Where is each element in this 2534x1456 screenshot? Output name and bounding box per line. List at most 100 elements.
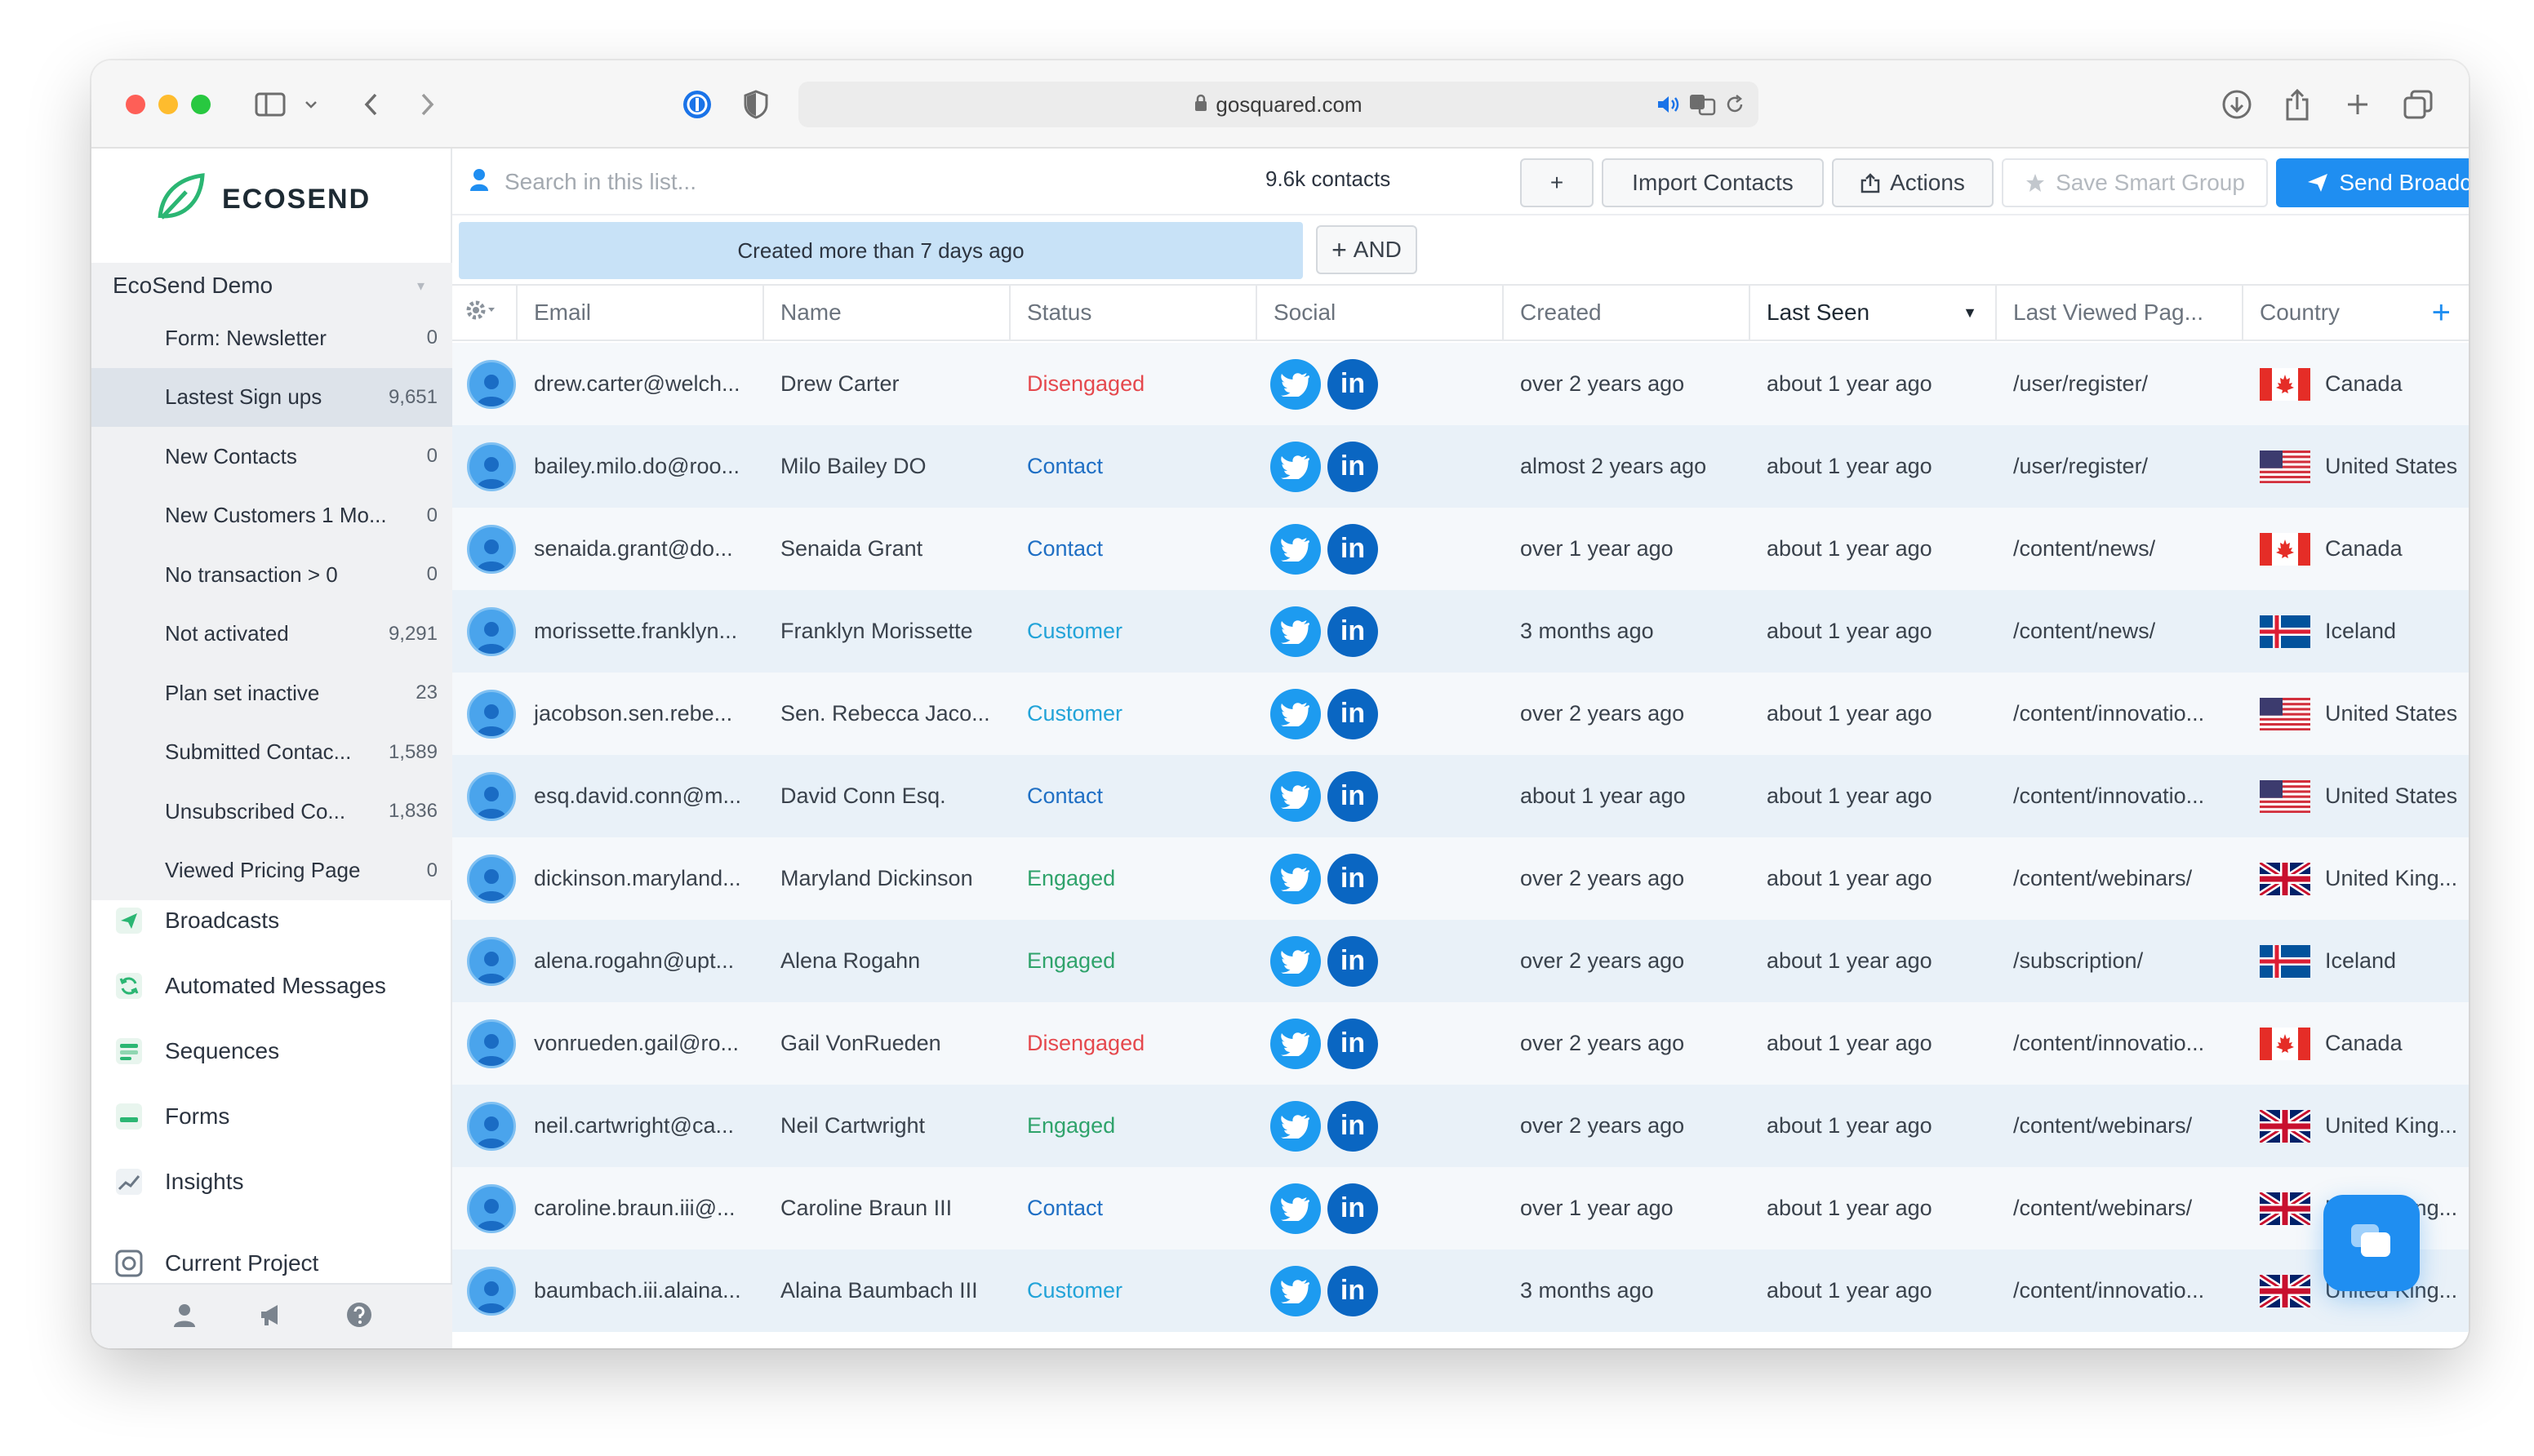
- help-icon[interactable]: [345, 1301, 373, 1333]
- twitter-icon[interactable]: [1270, 1100, 1321, 1152]
- linkedin-icon[interactable]: in: [1327, 1265, 1378, 1316]
- email-cell[interactable]: senaida.grant@do...: [518, 508, 764, 590]
- twitter-icon[interactable]: [1270, 688, 1321, 739]
- avatar[interactable]: [467, 359, 516, 409]
- linkedin-icon[interactable]: in: [1327, 935, 1378, 987]
- twitter-icon[interactable]: [1270, 770, 1321, 822]
- email-cell[interactable]: caroline.braun.iii@...: [518, 1167, 764, 1250]
- forward-arrow-icon[interactable]: [411, 83, 444, 126]
- table-row[interactable]: bailey.milo.do@roo... Milo Bailey DO Con…: [452, 425, 2469, 508]
- table-row[interactable]: dickinson.maryland... Maryland Dickinson…: [452, 837, 2469, 920]
- twitter-icon[interactable]: [1270, 358, 1321, 410]
- column-settings-button[interactable]: [452, 286, 518, 340]
- twitter-icon[interactable]: [1270, 441, 1321, 492]
- new-tab-icon[interactable]: [2338, 83, 2377, 126]
- table-row[interactable]: caroline.braun.iii@... Caroline Braun II…: [452, 1167, 2469, 1250]
- table-row[interactable]: drew.carter@welch... Drew Carter Disenga…: [452, 343, 2469, 425]
- avatar[interactable]: [467, 771, 516, 821]
- table-row[interactable]: senaida.grant@do... Senaida Grant Contac…: [452, 508, 2469, 590]
- twitter-icon[interactable]: [1270, 606, 1321, 657]
- email-cell[interactable]: esq.david.conn@m...: [518, 755, 764, 837]
- smart-group-item[interactable]: Unsubscribed Co... 1,836: [91, 782, 452, 841]
- filter-chip[interactable]: Created more than 7 days ago: [459, 222, 1303, 279]
- avatar[interactable]: [467, 1266, 516, 1316]
- linkedin-icon[interactable]: in: [1327, 1100, 1378, 1152]
- send-broadcast-button[interactable]: Send Broadcast: [2276, 158, 2469, 207]
- avatar[interactable]: [467, 442, 516, 491]
- save-smart-group-button[interactable]: Save Smart Group: [2002, 158, 2268, 207]
- brand-logo[interactable]: ECOSEND: [153, 170, 371, 229]
- email-cell[interactable]: baumbach.iii.alaina...: [518, 1250, 764, 1332]
- chevron-down-icon[interactable]: [300, 83, 322, 126]
- tab-overview-icon[interactable]: [2398, 83, 2438, 126]
- linkedin-icon[interactable]: in: [1327, 770, 1378, 822]
- table-row[interactable]: vonrueden.gail@ro... Gail VonRueden Dise…: [452, 1002, 2469, 1085]
- column-header-name[interactable]: Name: [764, 286, 1011, 340]
- maximize-window-button[interactable]: [191, 95, 211, 114]
- twitter-icon[interactable]: [1270, 1183, 1321, 1234]
- close-window-button[interactable]: [126, 95, 145, 114]
- avatar[interactable]: [467, 936, 516, 986]
- shield-icon[interactable]: [740, 83, 772, 126]
- avatar[interactable]: [467, 1019, 516, 1068]
- email-cell[interactable]: alena.rogahn@upt...: [518, 920, 764, 1002]
- email-cell[interactable]: dickinson.maryland...: [518, 837, 764, 920]
- sidebar-toggle-icon[interactable]: [251, 83, 289, 126]
- column-header-last-viewed-page[interactable]: Last Viewed Pag...: [1997, 286, 2243, 340]
- table-row[interactable]: alena.rogahn@upt... Alena Rogahn Engaged…: [452, 920, 2469, 1002]
- smart-group-item[interactable]: Plan set inactive 23: [91, 664, 452, 723]
- smart-group-item[interactable]: New Customers 1 Mo... 0: [91, 486, 452, 546]
- column-header-created[interactable]: Created: [1504, 286, 1750, 340]
- avatar[interactable]: [467, 1183, 516, 1233]
- email-cell[interactable]: vonrueden.gail@ro...: [518, 1002, 764, 1085]
- smart-group-item[interactable]: Not activated 9,291: [91, 605, 452, 664]
- linkedin-icon[interactable]: in: [1327, 358, 1378, 410]
- avatar[interactable]: [467, 524, 516, 574]
- smart-group-item[interactable]: Submitted Contac... 1,589: [91, 723, 452, 783]
- linkedin-icon[interactable]: in: [1327, 1183, 1378, 1234]
- address-bar[interactable]: gosquared.com: [798, 82, 1758, 127]
- table-row[interactable]: morissette.franklyn... Franklyn Morisset…: [452, 590, 2469, 673]
- smart-group-item[interactable]: No transaction > 0 0: [91, 545, 452, 605]
- search-input[interactable]: [505, 169, 994, 195]
- add-column-icon[interactable]: +: [2432, 295, 2451, 331]
- smart-group-item[interactable]: Form: Newsletter 0: [91, 309, 452, 368]
- linkedin-icon[interactable]: in: [1327, 1018, 1378, 1069]
- twitter-icon[interactable]: [1270, 853, 1321, 904]
- email-cell[interactable]: jacobson.sen.rebe...: [518, 673, 764, 755]
- user-icon[interactable]: [171, 1301, 198, 1333]
- share-icon[interactable]: [2278, 83, 2317, 126]
- nav-sequences[interactable]: Sequences: [91, 1019, 452, 1084]
- linkedin-icon[interactable]: in: [1327, 853, 1378, 904]
- import-contacts-button[interactable]: Import Contacts: [1602, 158, 1824, 207]
- minimize-window-button[interactable]: [158, 95, 178, 114]
- column-header-country[interactable]: Country +: [2243, 286, 2469, 340]
- reload-icon[interactable]: [1724, 82, 1745, 127]
- download-icon[interactable]: [2217, 83, 2256, 126]
- actions-button[interactable]: Actions: [1832, 158, 1994, 207]
- email-cell[interactable]: bailey.milo.do@roo...: [518, 425, 764, 508]
- linkedin-icon[interactable]: in: [1327, 523, 1378, 575]
- twitter-icon[interactable]: [1270, 1265, 1321, 1316]
- linkedin-icon[interactable]: in: [1327, 688, 1378, 739]
- nav-forms[interactable]: Forms: [91, 1084, 452, 1149]
- table-row[interactable]: baumbach.iii.alaina... Alaina Baumbach I…: [452, 1250, 2469, 1332]
- email-cell[interactable]: neil.cartwright@ca...: [518, 1085, 764, 1167]
- avatar[interactable]: [467, 689, 516, 739]
- project-selector[interactable]: EcoSend Demo ▾: [91, 263, 452, 309]
- and-filter-button[interactable]: + AND: [1316, 225, 1417, 274]
- avatar[interactable]: [467, 606, 516, 656]
- column-header-email[interactable]: Email: [518, 286, 764, 340]
- email-cell[interactable]: morissette.franklyn...: [518, 590, 764, 673]
- linkedin-icon[interactable]: in: [1327, 606, 1378, 657]
- column-header-status[interactable]: Status: [1011, 286, 1257, 340]
- twitter-icon[interactable]: [1270, 1018, 1321, 1069]
- nav-automated-messages[interactable]: Automated Messages: [91, 953, 452, 1019]
- twitter-icon[interactable]: [1270, 523, 1321, 575]
- nav-insights[interactable]: Insights: [91, 1149, 452, 1214]
- speaker-icon[interactable]: [1656, 82, 1680, 127]
- smart-group-item[interactable]: New Contacts 0: [91, 427, 452, 486]
- back-arrow-icon[interactable]: [354, 83, 387, 126]
- column-header-social[interactable]: Social: [1257, 286, 1504, 340]
- column-header-last-seen[interactable]: Last Seen ▼: [1750, 286, 1997, 340]
